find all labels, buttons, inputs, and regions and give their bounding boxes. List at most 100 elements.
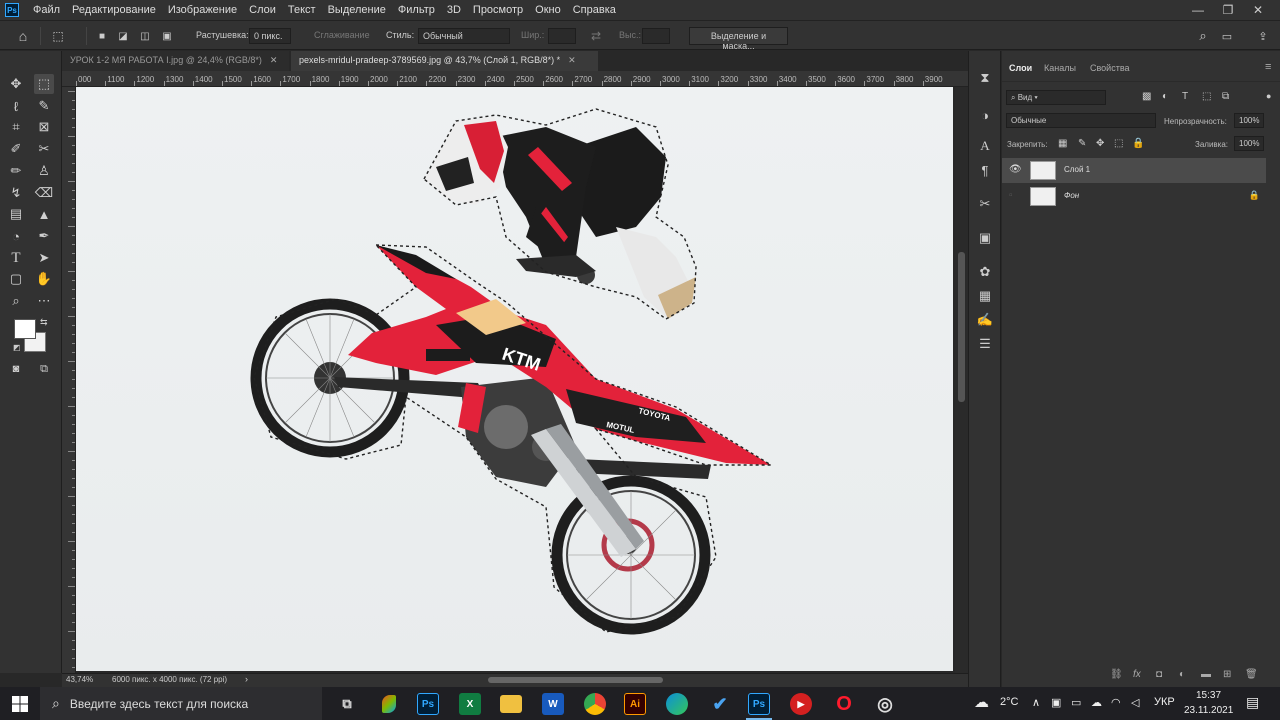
quick-select-tool-icon[interactable]: ✎ [34,96,54,116]
menu-window[interactable]: Окно [529,4,567,16]
edge-app-icon[interactable] [666,693,688,715]
type-tool-icon[interactable]: T [6,248,26,268]
share-icon[interactable]: ⇪ [1255,28,1271,44]
default-colors-icon[interactable]: ◩ [13,343,21,352]
gradient-tool-icon[interactable]: ▤ [6,204,26,224]
clock-time[interactable]: 15:37 [1196,690,1221,701]
character-panel-icon[interactable]: A [976,137,994,155]
start-button[interactable] [0,687,40,720]
move-tool-icon[interactable]: ✥ [6,74,26,94]
menu-select[interactable]: Выделение [322,4,392,16]
new-group-icon[interactable]: ▬ [1201,669,1211,680]
recorder-app-icon[interactable]: ▶ [790,693,812,715]
filter-smart-icon[interactable]: ⧉ [1222,91,1229,102]
volume-icon[interactable]: ◁ [1131,696,1139,709]
scroll-thumb[interactable] [958,252,965,402]
chrome-app-icon[interactable] [584,693,606,715]
delete-layer-icon[interactable]: 🗑 [1245,669,1258,680]
close-button[interactable]: ✕ [1243,0,1273,20]
document-canvas[interactable]: KTM MOTUL TOYOTA [76,87,953,671]
add-mask-icon[interactable]: ◘ [1156,669,1162,680]
lasso-tool-icon[interactable]: ℓ [6,96,26,116]
notifications-icon[interactable]: ▤ [1246,694,1259,711]
canvas-area[interactable]: KTM MOTUL TOYOTA [76,87,955,673]
vertical-scrollbar[interactable] [955,87,968,673]
navigator-panel-icon[interactable]: ▣ [976,229,994,247]
scroll-thumb[interactable] [488,677,663,683]
word-app-icon[interactable]: W [542,693,564,715]
width-input[interactable] [548,28,576,44]
lock-artboard-icon[interactable]: ⬚ [1114,138,1123,149]
subtract-selection-icon[interactable]: ◫ [137,28,153,44]
shape-tool-icon[interactable]: ▢ [6,269,26,289]
lock-position-icon[interactable]: ✥ [1096,138,1104,149]
opera-app-icon[interactable]: O [831,691,857,717]
task-view-icon[interactable]: ⧉ [334,691,360,717]
screen-mode-icon[interactable]: ⧉ [34,359,54,379]
brush-panel-icon[interactable]: ✍ [976,311,994,329]
language-indicator[interactable]: УКР [1154,696,1175,708]
dodge-tool-icon[interactable]: ◔ [6,226,26,246]
history-brush-tool-icon[interactable]: ↯ [6,183,26,203]
status-menu-icon[interactable]: › [245,674,248,684]
history-panel-icon[interactable]: ⧗ [976,69,994,87]
frame-tool-icon[interactable]: ⊠ [34,117,54,137]
tray-app-icon[interactable]: ▣ [1051,696,1061,709]
link-layers-icon[interactable]: ⛓ [1110,669,1123,680]
paragraph-panel-icon[interactable]: ¶ [976,161,994,179]
todo-app-icon[interactable]: ✔ [707,691,733,717]
tray-chevron-icon[interactable]: ∧ [1032,696,1040,709]
layer-style-icon[interactable]: fx [1133,669,1141,680]
tab-layers[interactable]: Слои [1009,63,1032,73]
close-tab-icon[interactable]: ✕ [568,55,576,65]
feather-input[interactable]: 0 пикс. [249,28,291,44]
workspace-icon[interactable]: ▭ [1219,28,1235,44]
menu-edit[interactable]: Редактирование [66,4,162,16]
weather-temp[interactable]: 2°C [1000,696,1018,708]
intersect-selection-icon[interactable]: ▣ [159,28,175,44]
cloud-icon[interactable]: ☁ [1091,696,1102,709]
explorer-app-icon[interactable] [500,695,522,713]
properties-panel-icon[interactable]: ☰ [976,335,994,353]
menu-filter[interactable]: Фильтр [392,4,441,16]
more-tools-icon[interactable]: ⋯ [34,291,54,311]
menu-help[interactable]: Справка [567,4,622,16]
filter-adjustment-icon[interactable]: ◐ [1162,91,1168,102]
photoshop-app-icon[interactable]: Ps [417,693,439,715]
photoshop-active-app-icon[interactable]: Ps [748,693,770,715]
new-adjustment-icon[interactable]: ◐ [1179,669,1185,680]
filter-shape-icon[interactable]: ⬚ [1202,91,1211,102]
layer-name[interactable]: Фон [1064,191,1079,200]
tab-document-2[interactable]: pexels-mridul-pradeep-3789569.jpg @ 43,7… [291,51,598,71]
clock-date[interactable]: 23.11.2021 [1184,705,1233,716]
lock-all-icon[interactable]: 🔒 [1132,138,1144,149]
layer-row[interactable]: ▫ Фон 🔒 [1002,184,1266,209]
tab-document-1[interactable]: УРОК 1-2 МЯ РАБОТА I.jpg @ 24,4% (RGB/8*… [62,51,289,71]
new-selection-icon[interactable]: ■ [94,28,110,44]
menu-layers[interactable]: Слои [243,4,282,16]
blur-tool-icon[interactable]: ▲ [34,204,54,224]
minimize-button[interactable]: — [1183,0,1213,20]
lock-pixels-icon[interactable]: ✎ [1078,138,1086,149]
layer-row[interactable]: 👁 Слой 1 [1002,158,1266,183]
tools-panel-icon[interactable]: ✂ [976,195,994,213]
menu-view[interactable]: Просмотр [467,4,529,16]
menu-file[interactable]: Файл [27,4,66,16]
filter-toggle-icon[interactable]: ● [1266,91,1271,101]
taskbar-search[interactable]: ⌕ Введите здесь текст для поиска [40,687,322,720]
blend-mode-select[interactable]: Обычные [1006,113,1156,128]
stamp-tool-icon[interactable]: ♙ [34,161,54,181]
weather-icon[interactable]: ☁ [974,693,989,711]
layer-filter-select[interactable]: ⌕ Вид ▾ [1006,90,1106,105]
eyedropper-tool-icon[interactable]: ✐ [6,139,26,159]
menu-3d[interactable]: 3D [441,4,467,16]
style-select[interactable]: Обычный [418,28,510,44]
rect-marquee-tool-icon[interactable]: ⬚ [34,74,54,94]
visibility-eye-icon[interactable]: 👁 [1009,164,1022,175]
tab-properties[interactable]: Свойства [1090,63,1130,73]
quick-mask-icon[interactable]: ◙ [6,359,26,379]
filter-pixel-icon[interactable]: ▩ [1142,91,1151,102]
add-selection-icon[interactable]: ◪ [115,28,131,44]
excel-app-icon[interactable]: X [459,693,481,715]
swap-icon[interactable]: ⇄ [588,28,604,44]
